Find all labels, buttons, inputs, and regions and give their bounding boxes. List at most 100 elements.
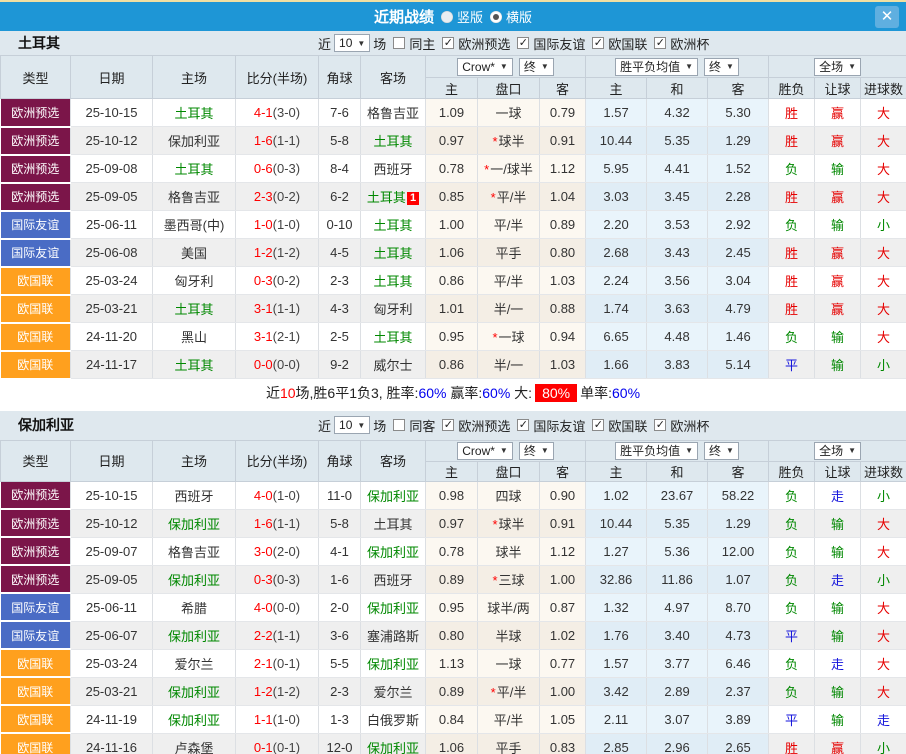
- avg-home: 1.02: [586, 481, 647, 509]
- home-team: 西班牙: [153, 481, 236, 509]
- match-row: 欧国联25-03-24匈牙利0-3(0-2)2-3土耳其0.86平/半1.032…: [1, 267, 906, 295]
- result-handicap: 输: [815, 537, 861, 565]
- result-goals: 大: [861, 677, 906, 705]
- sub-header-handicap: 盘口: [478, 461, 540, 481]
- col-header-date: 日期: [71, 56, 153, 99]
- avg-select[interactable]: 胜平负均值▼: [615, 442, 698, 460]
- avg-select[interactable]: 胜平负均值▼: [615, 58, 698, 76]
- corners: 3-6: [319, 621, 361, 649]
- games-label: 场: [373, 416, 386, 435]
- summary-segment: 80%: [535, 384, 577, 402]
- result-goals: 大: [861, 509, 906, 537]
- match-row: 欧国联25-03-21保加利亚1-2(1-2)2-3爱尔兰0.89*平/半1.0…: [1, 677, 906, 705]
- corners: 12-0: [319, 733, 361, 754]
- avg-away: 1.29: [708, 127, 769, 155]
- type-badge: 国际友谊: [1, 239, 71, 267]
- recent-count-select[interactable]: 10▼: [334, 34, 370, 52]
- result-handicap: 输: [815, 323, 861, 351]
- score: 1-2(1-2): [236, 677, 319, 705]
- bookmaker-select[interactable]: Crow*▼: [457, 442, 513, 460]
- sub-header-avg-home: 主: [586, 461, 647, 481]
- away-team: 土耳其: [361, 127, 426, 155]
- odds-group-header: Crow*▼ 终▼: [426, 440, 586, 461]
- handicap: 平/半: [478, 267, 540, 295]
- handicap: *平/半: [478, 677, 540, 705]
- match-date: 25-03-24: [71, 267, 153, 295]
- close-button[interactable]: ✕: [875, 6, 899, 28]
- result-wdl: 负: [769, 649, 815, 677]
- away-odds: 1.00: [540, 677, 586, 705]
- match-row: 欧洲预选25-10-15西班牙4-0(1-0)11-0保加利亚0.98四球0.9…: [1, 481, 906, 509]
- type-badge: 欧洲预选: [1, 99, 71, 127]
- final-odds-select-2[interactable]: 终▼: [704, 58, 739, 76]
- match-row: 欧国联25-03-24爱尔兰2-1(0-1)5-5保加利亚1.13一球0.771…: [1, 649, 906, 677]
- avg-away: 1.07: [708, 565, 769, 593]
- col-header-home: 主场: [153, 440, 236, 481]
- handicap: 平/半: [478, 211, 540, 239]
- match-date: 25-10-15: [71, 481, 153, 509]
- chevron-down-icon: ▼: [357, 421, 365, 430]
- scope-select[interactable]: 全场▼: [814, 58, 861, 76]
- comp-checkbox-2[interactable]: ✓: [592, 37, 604, 49]
- avg-away: 4.73: [708, 621, 769, 649]
- same-venue-checkbox[interactable]: [393, 419, 405, 431]
- final-odds-select-2[interactable]: 终▼: [704, 442, 739, 460]
- comp-checkbox-3[interactable]: ✓: [654, 37, 666, 49]
- comp-checkbox-0[interactable]: ✓: [442, 419, 454, 431]
- avg-home: 2.24: [586, 267, 647, 295]
- radio-vertical-layout[interactable]: 竖版: [441, 7, 483, 26]
- chevron-down-icon: ▼: [685, 62, 693, 71]
- matches-table-turkey: 类型 日期 主场 比分(半场) 角球 客场 Crow*▼ 终▼ 胜平负均值▼ 终…: [0, 55, 906, 380]
- home-odds: 0.95: [426, 593, 478, 621]
- handicap: *球半: [478, 127, 540, 155]
- avg-home: 1.32: [586, 593, 647, 621]
- home-odds: 0.78: [426, 155, 478, 183]
- bookmaker-select[interactable]: Crow*▼: [457, 58, 513, 76]
- corners: 1-6: [319, 565, 361, 593]
- type-badge: 欧国联: [1, 705, 71, 733]
- handicap: *一/球半: [478, 155, 540, 183]
- match-date: 25-03-24: [71, 649, 153, 677]
- radio-horizontal-layout[interactable]: 横版: [490, 7, 532, 26]
- home-team: 墨西哥(中): [153, 211, 236, 239]
- away-odds: 1.04: [540, 183, 586, 211]
- avg-away: 2.65: [708, 733, 769, 754]
- away-team: 土耳其: [361, 267, 426, 295]
- comp-checkbox-1[interactable]: ✓: [517, 37, 529, 49]
- result-wdl: 负: [769, 155, 815, 183]
- score: 2-3(0-2): [236, 183, 319, 211]
- final-odds-select-1[interactable]: 终▼: [519, 442, 554, 460]
- sub-header-result-wdl: 胜负: [769, 78, 815, 99]
- radio-selected-icon[interactable]: [490, 11, 502, 23]
- corners: 5-5: [319, 649, 361, 677]
- score: 0-6(0-3): [236, 155, 319, 183]
- match-row: 欧洲预选25-10-12保加利亚1-6(1-1)5-8土耳其0.97*球半0.9…: [1, 127, 906, 155]
- comp-checkbox-3[interactable]: ✓: [654, 419, 666, 431]
- same-venue-checkbox[interactable]: [393, 37, 405, 49]
- col-header-corners: 角球: [319, 440, 361, 481]
- handicap: 半/一: [478, 351, 540, 379]
- comp-checkbox-0[interactable]: ✓: [442, 37, 454, 49]
- away-odds: 0.91: [540, 127, 586, 155]
- recent-count-select[interactable]: 10▼: [334, 416, 370, 434]
- home-team: 卢森堡: [153, 733, 236, 754]
- avg-home: 2.85: [586, 733, 647, 754]
- home-odds: 0.86: [426, 351, 478, 379]
- match-date: 25-03-21: [71, 295, 153, 323]
- handicap: *平/半: [478, 183, 540, 211]
- home-odds: 0.95: [426, 323, 478, 351]
- final-odds-select-1[interactable]: 终▼: [519, 58, 554, 76]
- handicap: 球半: [478, 537, 540, 565]
- col-header-type: 类型: [1, 440, 71, 481]
- result-wdl: 负: [769, 565, 815, 593]
- away-odds: 0.77: [540, 649, 586, 677]
- match-date: 25-09-05: [71, 183, 153, 211]
- match-date: 25-10-15: [71, 99, 153, 127]
- radio-unselected-icon[interactable]: [441, 11, 453, 23]
- comp-checkbox-2[interactable]: ✓: [592, 419, 604, 431]
- avg-draw: 5.35: [647, 509, 708, 537]
- comp-checkbox-1[interactable]: ✓: [517, 419, 529, 431]
- avg-away: 3.89: [708, 705, 769, 733]
- scope-select[interactable]: 全场▼: [814, 442, 861, 460]
- type-badge: 欧国联: [1, 351, 71, 379]
